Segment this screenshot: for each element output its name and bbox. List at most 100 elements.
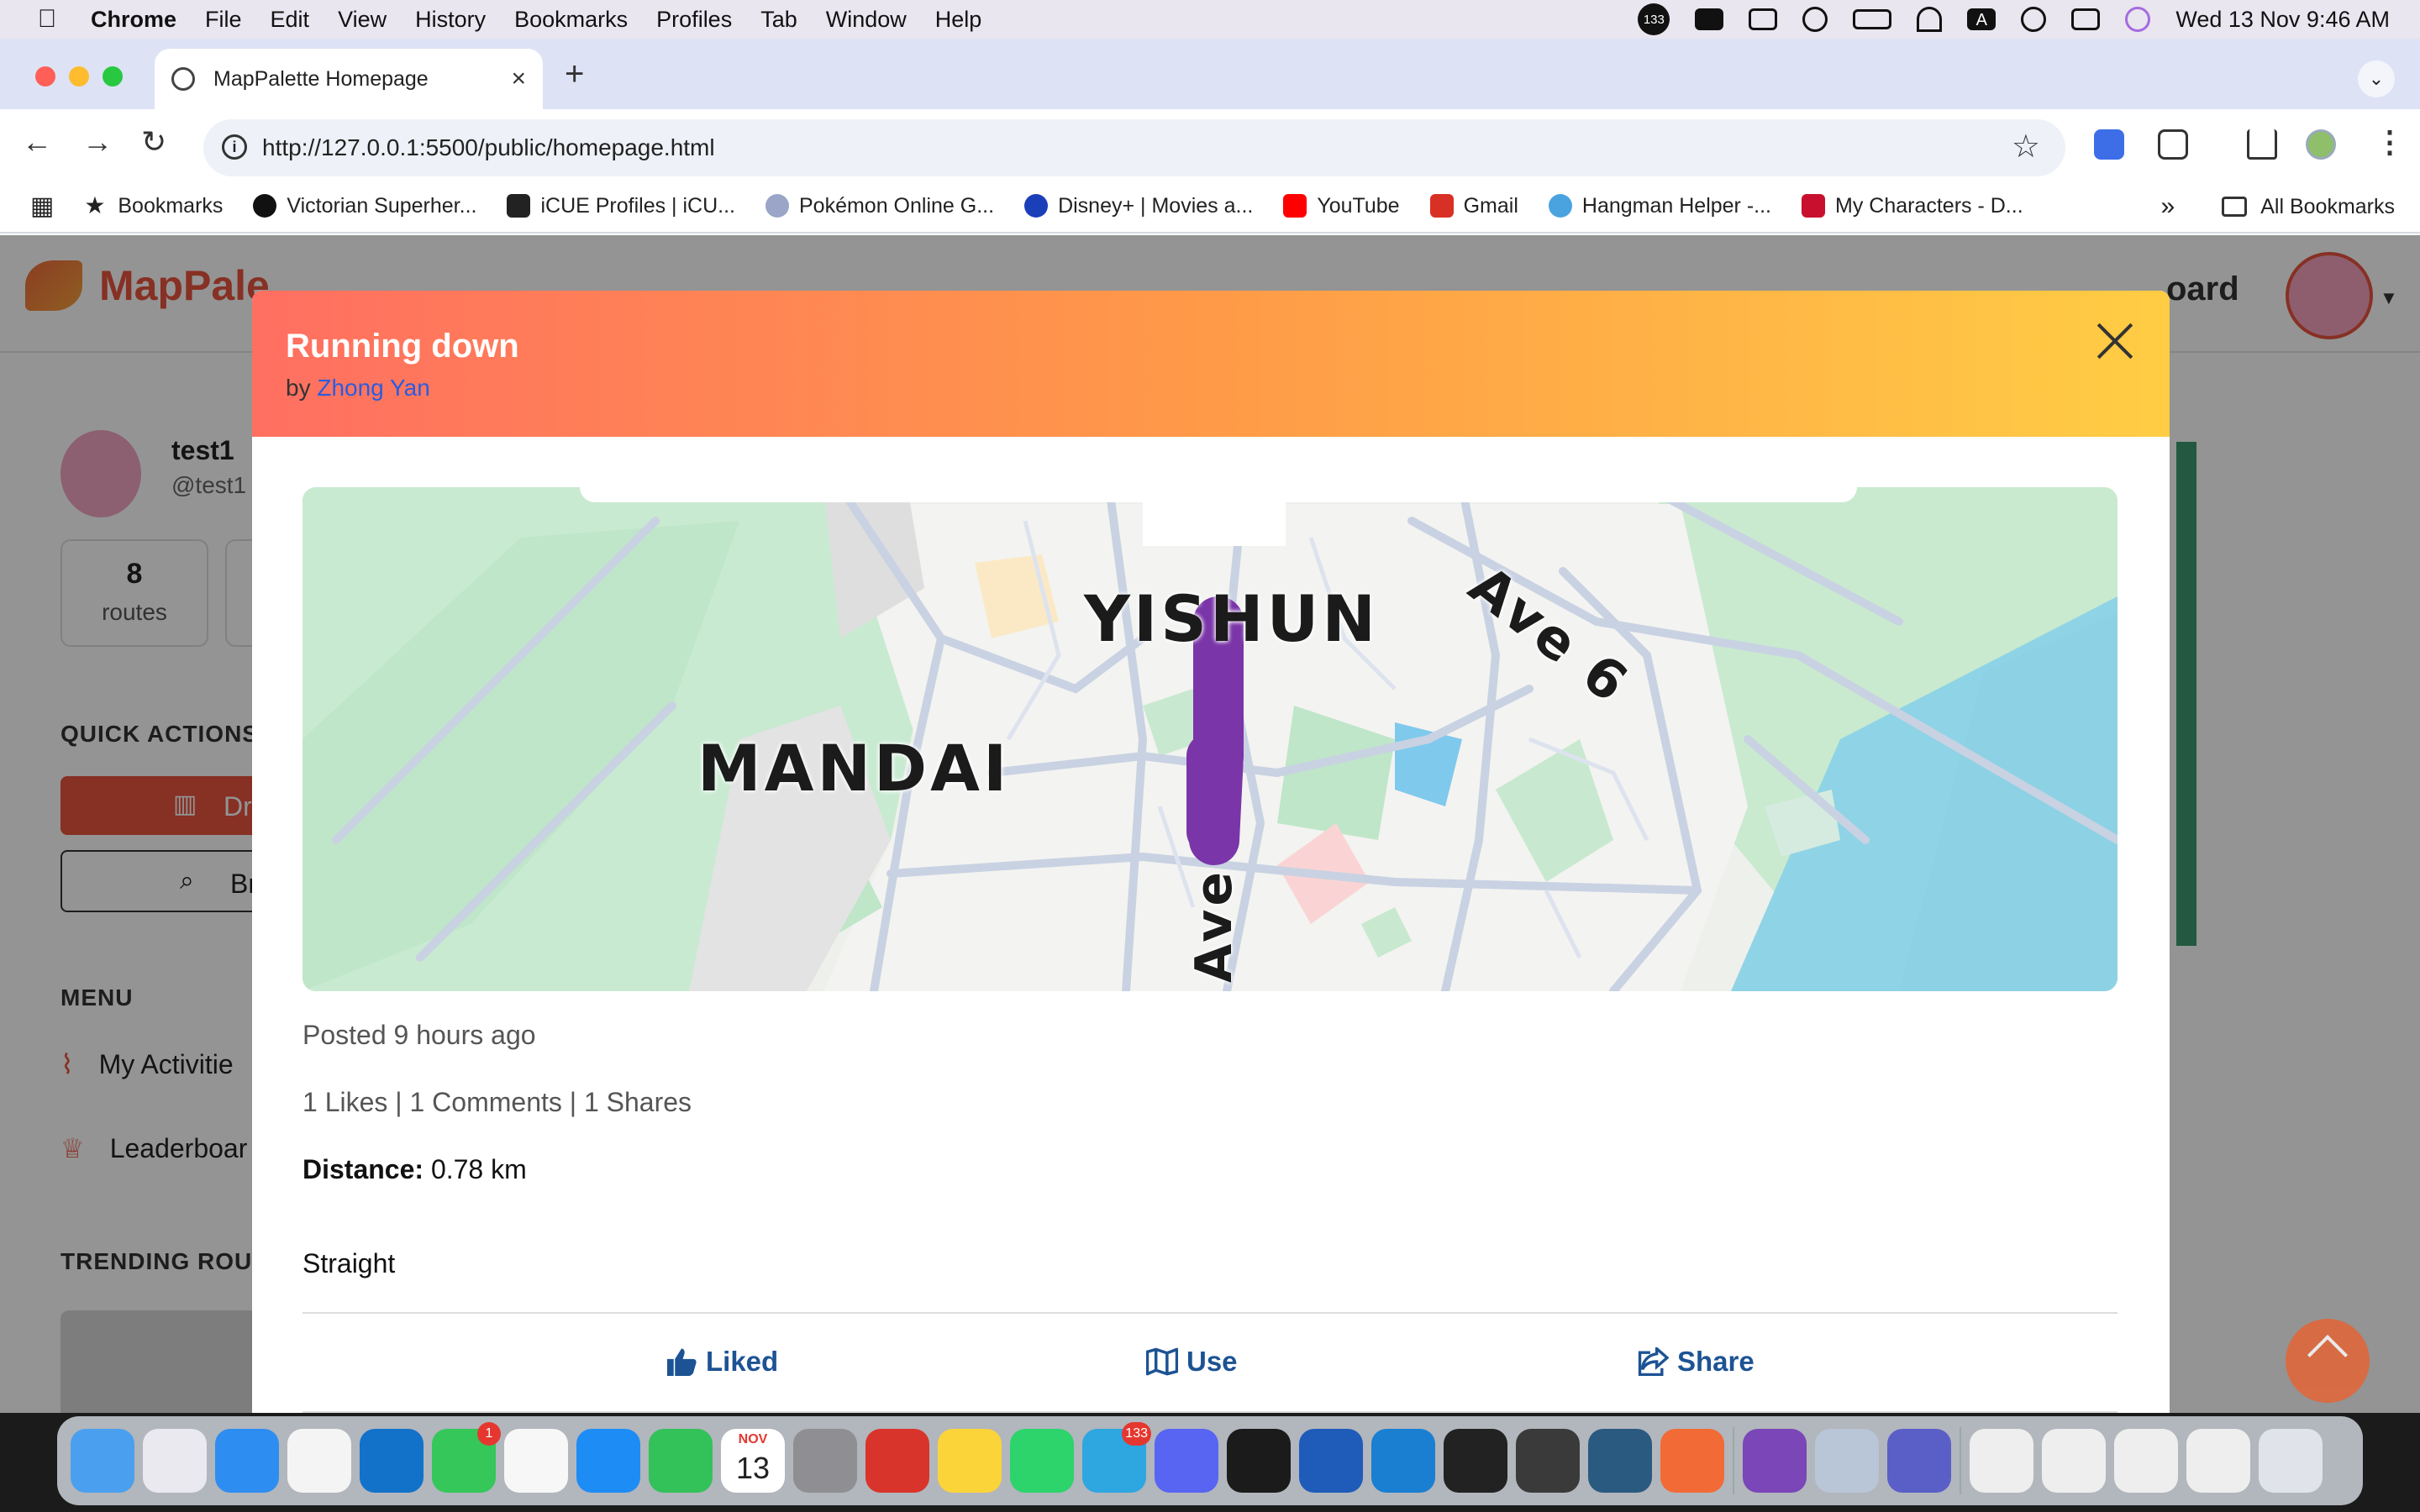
close-window-icon[interactable] [35,66,55,87]
photos-icon[interactable] [504,1429,568,1493]
menu-profiles[interactable]: Profiles [656,7,732,33]
bookmark-star-icon[interactable]: ☆ [2012,128,2040,165]
bookmark-item[interactable]: Victorian Superher... [253,194,476,218]
finder-icon[interactable] [71,1429,134,1493]
menu-history[interactable]: History [415,7,486,33]
spotlight-search-icon[interactable] [2021,7,2047,32]
swift-playgrounds-icon[interactable] [1660,1429,1724,1493]
minimize-window-icon[interactable] [69,66,89,87]
siri-icon[interactable] [2125,7,2151,32]
telegram-icon[interactable]: 133 [1082,1422,1151,1493]
reload-button[interactable]: ↻ [141,124,166,160]
status-icons: 133 A Wed 13 Nov 9:46 AM [1638,0,2390,39]
control-center-icon[interactable] [2071,8,2101,30]
profile-avatar-icon[interactable] [2306,129,2336,160]
chrome-window: MapPalette Homepage × + ⌄ ← → ↻ i http:/… [0,39,2420,1413]
bookmark-item[interactable]: My Characters - D... [1802,194,2023,218]
icue-icon [507,194,531,218]
window-1-icon[interactable] [1970,1429,2033,1493]
system-settings-icon[interactable] [793,1429,857,1493]
address-bar[interactable]: i http://127.0.0.1:5500/public/homepage.… [203,119,2065,176]
menu-view[interactable]: View [338,7,387,33]
menu-window[interactable]: Window [826,7,907,33]
menu-help[interactable]: Help [935,7,982,33]
preview-icon[interactable] [1815,1429,1879,1493]
safari-icon[interactable] [215,1429,279,1493]
calendar-widget-icon[interactable] [1695,8,1724,30]
window-3-icon[interactable] [2114,1429,2178,1493]
messages-icon[interactable]: 1 [432,1422,501,1493]
calendar-icon[interactable]: 13 NOV [721,1429,785,1493]
site-info-icon[interactable]: i [222,134,247,160]
app-store-icon[interactable] [576,1429,640,1493]
like-button[interactable]: Liked [666,1346,778,1378]
menu-edit[interactable]: Edit [271,7,310,33]
bookmark-item[interactable]: Gmail [1429,194,1518,218]
teams-icon[interactable] [1887,1429,1951,1493]
menu-bookmarks[interactable]: Bookmarks [514,7,628,33]
vscode-icon[interactable] [1371,1429,1435,1493]
macos-menubar:  Chrome File Edit View History Bookmark… [0,0,2420,39]
window-2-icon[interactable] [2042,1429,2106,1493]
downloads-icon[interactable] [2247,129,2277,160]
share-button[interactable]: Share [1637,1346,1754,1378]
menubar-clock[interactable]: Wed 13 Nov 9:46 AM [2175,7,2390,33]
bookmark-item[interactable]: YouTube [1283,194,1400,218]
menu-tab[interactable]: Tab [760,7,797,33]
thumbs-up-icon [667,1348,697,1376]
zoom-window-icon[interactable] [103,66,123,87]
back-button[interactable]: ← [22,124,52,160]
tableplus-icon[interactable] [1516,1429,1580,1493]
close-icon[interactable] [2092,318,2138,363]
spotify-icon[interactable] [1227,1429,1291,1493]
facetime-icon[interactable] [649,1429,713,1493]
scroll-to-top-button[interactable] [2286,1319,2370,1403]
url-text[interactable]: http://127.0.0.1:5500/public/homepage.ht… [262,134,715,161]
route-description: Straight [302,1248,396,1278]
forward-button[interactable]: → [82,124,113,160]
use-route-button[interactable]: Use [1146,1346,1238,1378]
all-bookmarks-button[interactable]: All Bookmarks [2260,195,2395,219]
photo-booth-icon[interactable] [865,1429,929,1493]
apps-grid-icon[interactable]: ▦ [30,192,54,221]
tab-mappalette-homepage[interactable]: MapPalette Homepage × [155,49,543,109]
github-desktop-icon[interactable] [1743,1429,1807,1493]
terminal-icon[interactable] [1444,1429,1507,1493]
tab-search-chevron-icon[interactable]: ⌄ [2358,60,2395,97]
google-translate-icon[interactable] [2094,129,2124,160]
whatsapp-icon[interactable] [1010,1429,1074,1493]
mysql-workbench-icon[interactable] [1588,1429,1652,1493]
bookmark-item[interactable]: Pokémon Online G... [765,194,994,218]
route-map[interactable]: YISHUN MANDAI Ave 6 Ave [302,487,2118,991]
menu-app-name[interactable]: Chrome [91,7,176,33]
bookmark-item[interactable]: Hangman Helper -... [1548,194,1771,218]
launchpad-icon[interactable] [143,1429,207,1493]
notification-count-icon[interactable]: 133 [1638,3,1670,35]
chrome-menu-icon[interactable]: ⋮ [2375,124,2405,160]
window-4-icon[interactable] [2186,1429,2250,1493]
bookmark-item[interactable]: iCUE Profiles | iCU... [507,194,735,218]
calendar-month: NOV [738,1432,768,1446]
bookmark-item[interactable]: Disney+ | Movies a... [1024,194,1253,218]
layers-icon[interactable] [1749,8,1778,30]
close-tab-icon[interactable]: × [511,65,526,93]
dnd-beyond-icon [1802,194,1825,218]
bookmarks-overflow-button[interactable]: » [2161,192,2175,221]
apple-menu-icon[interactable]:  [22,5,72,34]
gmail-icon [1429,194,1454,218]
chrome-icon[interactable] [287,1429,351,1493]
extensions-icon[interactable] [2158,129,2188,160]
outlook-icon[interactable] [360,1429,424,1493]
author-link[interactable]: Zhong Yan [317,375,429,401]
input-source-icon[interactable]: A [1967,8,1996,30]
word-icon[interactable] [1299,1429,1363,1493]
new-tab-button[interactable]: + [565,55,584,93]
battery-icon[interactable] [1853,9,1892,29]
bookmark-item[interactable]: ★ Bookmarks [84,194,223,218]
notes-icon[interactable] [938,1429,1002,1493]
discord-icon[interactable] [1155,1429,1218,1493]
trash-icon[interactable] [2259,1429,2323,1493]
user-account-icon[interactable] [1802,7,1828,32]
wifi-icon[interactable] [1917,7,1943,32]
menu-file[interactable]: File [205,7,242,33]
